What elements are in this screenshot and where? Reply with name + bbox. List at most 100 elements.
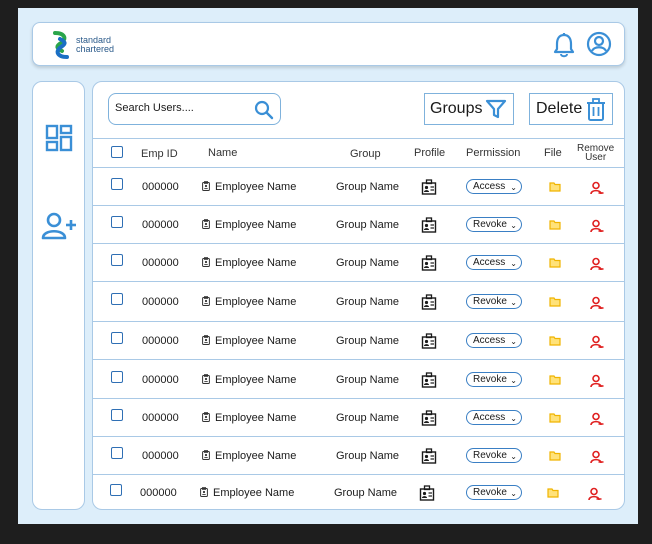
bell-icon[interactable] (553, 32, 575, 63)
profile-card-icon[interactable] (421, 217, 437, 236)
table-row: 000000 Employee Name Group Name Revoke ⌄ (93, 282, 624, 322)
row-checkbox[interactable] (111, 371, 123, 383)
filter-icon (485, 98, 507, 125)
group-name-cell: Group Name (336, 335, 399, 347)
permission-dropdown[interactable]: Access ⌄ (466, 410, 522, 425)
groups-filter-button[interactable]: Groups (424, 93, 514, 125)
permission-dropdown[interactable]: Revoke ⌄ (466, 372, 522, 387)
chevron-down-icon: ⌄ (510, 414, 517, 423)
trash-icon (586, 98, 606, 127)
profile-card-icon[interactable] (421, 294, 437, 313)
profile-card-icon[interactable] (421, 255, 437, 274)
remove-user-icon[interactable] (588, 487, 602, 504)
row-checkbox[interactable] (110, 484, 122, 496)
profile-card-icon[interactable] (419, 485, 435, 504)
employee-name-cell[interactable]: Employee Name (215, 219, 296, 231)
remove-user-icon[interactable] (590, 219, 604, 236)
col-profile[interactable]: Profile (414, 147, 445, 159)
employee-name-cell[interactable]: Employee Name (215, 296, 296, 308)
remove-user-icon[interactable] (590, 335, 604, 352)
permission-value: Access (473, 257, 506, 268)
table-row: 000000 Employee Name Group Name Access ⌄ (93, 399, 624, 437)
dashboard-icon[interactable] (45, 124, 73, 157)
search-box (108, 93, 281, 125)
group-name-cell: Group Name (336, 412, 399, 424)
row-checkbox[interactable] (111, 332, 123, 344)
profile-card-icon[interactable] (421, 448, 437, 467)
employee-name-cell[interactable]: Employee Name (215, 450, 296, 462)
permission-dropdown[interactable]: Revoke ⌄ (466, 217, 522, 232)
profile-card-icon[interactable] (421, 179, 437, 198)
col-emp-id[interactable]: Emp ID (141, 148, 178, 160)
employee-name-cell[interactable]: Employee Name (213, 487, 294, 499)
permission-dropdown[interactable]: Revoke ⌄ (466, 294, 522, 309)
remove-user-icon[interactable] (590, 181, 604, 198)
remove-user-icon[interactable] (590, 374, 604, 391)
search-input[interactable] (115, 102, 245, 114)
profile-card-icon[interactable] (421, 333, 437, 352)
col-permission[interactable]: Permission (466, 147, 520, 159)
file-folder-icon[interactable] (549, 451, 561, 464)
remove-user-icon[interactable] (590, 257, 604, 274)
table-header: Emp ID Name Group Profile Permission Fil… (93, 138, 624, 168)
employee-badge-icon (200, 487, 208, 500)
employee-badge-icon (202, 181, 210, 194)
employee-name-cell[interactable]: Employee Name (215, 257, 296, 269)
file-folder-icon[interactable] (549, 220, 561, 233)
col-name[interactable]: Name (208, 147, 237, 159)
permission-value: Revoke (473, 374, 507, 385)
file-folder-icon[interactable] (549, 375, 561, 388)
remove-user-icon[interactable] (590, 450, 604, 467)
employee-name-cell[interactable]: Employee Name (215, 412, 296, 424)
chevron-down-icon: ⌄ (510, 259, 517, 268)
emp-id-cell: 000000 (142, 412, 179, 424)
row-checkbox[interactable] (111, 254, 123, 266)
profile-card-icon[interactable] (421, 372, 437, 391)
col-remove-line2: User (585, 152, 607, 163)
remove-user-icon[interactable] (590, 296, 604, 313)
emp-id-cell: 000000 (142, 335, 179, 347)
permission-value: Access (473, 335, 506, 346)
sidebar (32, 81, 85, 510)
add-user-icon[interactable] (41, 212, 77, 245)
permission-dropdown[interactable]: Access ⌄ (466, 255, 522, 270)
table-row: 000000 Employee Name Group Name Access ⌄ (93, 168, 624, 206)
user-circle-icon[interactable] (586, 31, 612, 62)
col-group[interactable]: Group (350, 148, 381, 160)
search-icon[interactable] (254, 100, 274, 125)
file-folder-icon[interactable] (549, 182, 561, 195)
file-folder-icon[interactable] (549, 413, 561, 426)
top-header: standard chartered (32, 22, 625, 66)
select-all-checkbox[interactable] (111, 146, 123, 158)
group-name-cell: Group Name (336, 181, 399, 193)
permission-dropdown[interactable]: Revoke ⌄ (466, 448, 522, 463)
row-checkbox[interactable] (111, 447, 123, 459)
group-name-cell: Group Name (336, 257, 399, 269)
file-folder-icon[interactable] (547, 488, 559, 501)
row-checkbox[interactable] (111, 293, 123, 305)
permission-dropdown[interactable]: Access ⌄ (466, 179, 522, 194)
permission-dropdown[interactable]: Access ⌄ (466, 333, 522, 348)
emp-id-cell: 000000 (140, 487, 177, 499)
employee-name-cell[interactable]: Employee Name (215, 335, 296, 347)
permission-dropdown[interactable]: Revoke ⌄ (466, 485, 522, 500)
emp-id-cell: 000000 (142, 374, 179, 386)
brand-logo[interactable]: standard chartered (51, 31, 114, 59)
row-checkbox[interactable] (111, 409, 123, 421)
employee-name-cell[interactable]: Employee Name (215, 181, 296, 193)
file-folder-icon[interactable] (549, 336, 561, 349)
col-remove-user[interactable]: Remove User (577, 144, 614, 163)
file-folder-icon[interactable] (549, 297, 561, 310)
table-row: 000000 Employee Name Group Name Revoke ⌄ (93, 206, 624, 244)
profile-card-icon[interactable] (421, 410, 437, 429)
employee-name-cell[interactable]: Employee Name (215, 374, 296, 386)
permission-value: Revoke (473, 487, 507, 498)
row-checkbox[interactable] (111, 216, 123, 228)
remove-user-icon[interactable] (590, 412, 604, 429)
delete-button[interactable]: Delete (529, 93, 613, 125)
col-file[interactable]: File (544, 147, 562, 159)
file-folder-icon[interactable] (549, 258, 561, 271)
row-checkbox[interactable] (111, 178, 123, 190)
chevron-down-icon: ⌄ (510, 489, 517, 498)
users-panel: Groups Delete Emp ID Name Group Profile … (92, 81, 625, 510)
